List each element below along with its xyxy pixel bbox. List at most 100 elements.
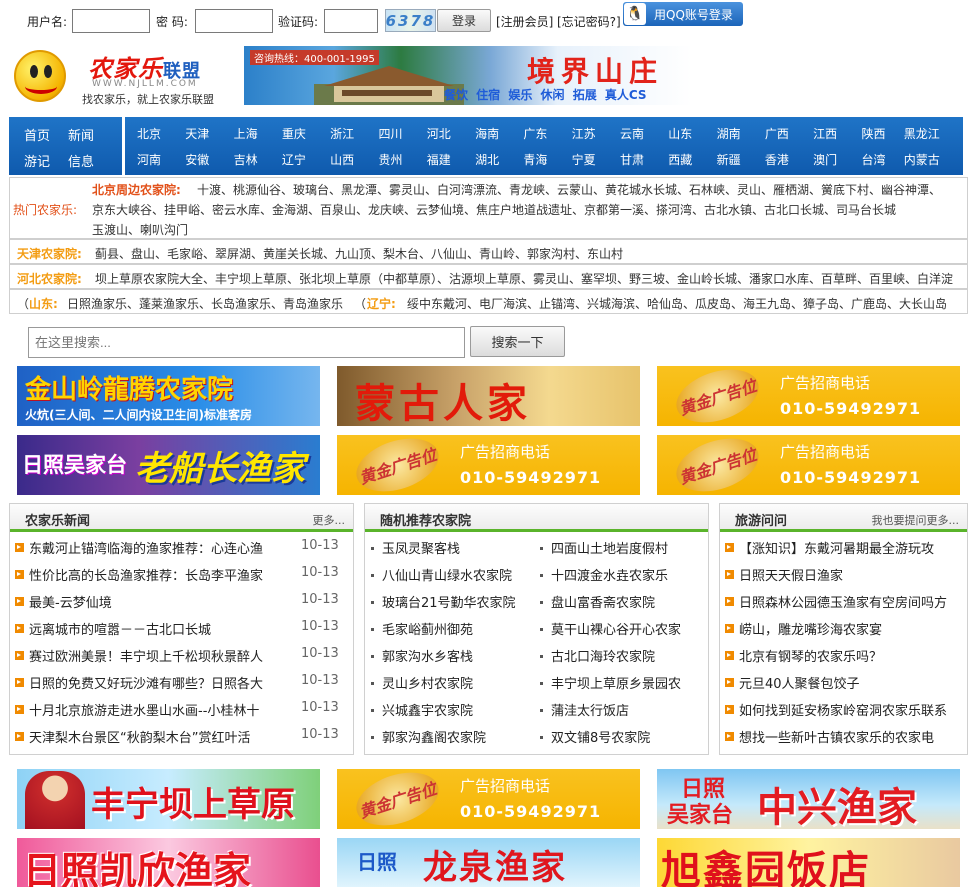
nav-province-link[interactable]: 内蒙古 (898, 151, 946, 168)
qa-item[interactable]: 元旦40人聚餐包饺子 (725, 673, 967, 692)
ad-gold-slot-2[interactable]: 黄金广告位 广告招商电话 010-59492971 (337, 435, 640, 495)
qa-item[interactable]: 【涨知识】东戴河暑期最全游玩攻 (725, 538, 967, 557)
nav-province-link[interactable]: 甘肃 (608, 151, 656, 168)
nav-info[interactable]: 信息 (68, 151, 94, 170)
beijing-links-1[interactable]: 十渡、桃源仙谷、玻璃台、黑龙潭、雾灵山、白河湾漂流、青龙峡、云蒙山、黄花城水长城… (197, 181, 941, 198)
nav-province-link[interactable]: 四川 (367, 125, 415, 142)
nav-province-link[interactable]: 广西 (753, 125, 801, 142)
nav-province-link[interactable]: 重庆 (270, 125, 318, 142)
random-farmhouse-item[interactable]: 灵山乡村农家院 (371, 673, 536, 692)
news-more-link[interactable]: 更多... (313, 512, 346, 528)
ad-longquan[interactable]: 日照 龙泉渔家 (337, 838, 640, 887)
random-farmhouse-item[interactable]: 毛家峪蓟州御苑 (371, 619, 536, 638)
shandong-label[interactable]: 山东: (29, 295, 58, 312)
news-item[interactable]: 东戴河止锚湾临海的渔家推荐：心连心渔 (15, 538, 290, 557)
nav-province-link[interactable]: 福建 (415, 151, 463, 168)
nav-news[interactable]: 新闻 (68, 125, 94, 144)
ad-zhongxing[interactable]: 日照 吴家台 中兴渔家 (657, 769, 960, 829)
news-item[interactable]: 赛过欧洲美景！丰宁坝上千松坝秋景醉人 (15, 646, 290, 665)
qa-item[interactable]: 如何找到延安杨家岭窑洞农家乐联系 (725, 700, 967, 719)
nav-province-link[interactable]: 上海 (222, 125, 270, 142)
nav-province-link[interactable]: 西藏 (656, 151, 704, 168)
nav-province-link[interactable]: 新疆 (705, 151, 753, 168)
username-input[interactable] (72, 9, 150, 33)
login-button[interactable]: 登录 (437, 9, 491, 32)
nav-province-link[interactable]: 浙江 (318, 125, 366, 142)
news-item[interactable]: 天津梨木台景区“秋韵梨木台”赏红叶活 (15, 727, 290, 746)
shandong-links[interactable]: 日照渔家乐、蓬莱渔家乐、长岛渔家乐、青岛渔家乐 (67, 295, 343, 312)
random-farmhouse-item[interactable]: 莫干山裸心谷开心农家 (540, 619, 705, 638)
password-input[interactable] (195, 9, 273, 33)
random-farmhouse-item[interactable]: 四面山土地岩度假村 (540, 538, 705, 557)
qa-item[interactable]: 想找一些新叶古镇农家乐的农家电 (725, 727, 967, 746)
nav-province-link[interactable]: 北京 (125, 125, 173, 142)
beijing-label[interactable]: 北京周边农家院: (92, 181, 181, 198)
random-farmhouse-item[interactable]: 十四渡金水垚农家乐 (540, 565, 705, 584)
nav-province-link[interactable]: 安徽 (173, 151, 221, 168)
beijing-links-3[interactable]: 玉渡山、喇叭沟门 (92, 221, 188, 238)
ad-xuxin[interactable]: 旭鑫园饭店 (657, 838, 960, 887)
ad-fengning[interactable]: 丰宁坝上草原 (17, 769, 320, 829)
search-input[interactable] (28, 327, 465, 358)
nav-province-link[interactable]: 台湾 (850, 151, 898, 168)
nav-province-link[interactable]: 山西 (318, 151, 366, 168)
qa-more-link[interactable]: 我也要提问更多... (872, 512, 960, 528)
random-farmhouse-item[interactable]: 丰宁坝上草原乡景园农 (540, 673, 705, 692)
ad-gold-slot-4[interactable]: 黄金广告位 广告招商电话 010-59492971 (337, 769, 640, 829)
nav-province-link[interactable]: 河北 (415, 125, 463, 142)
liaoning-label[interactable]: 辽宁: (367, 295, 396, 312)
hebei-label[interactable]: 河北农家院: (17, 270, 82, 287)
qa-item[interactable]: 日照天天假日渔家 (725, 565, 967, 584)
random-farmhouse-item[interactable]: 盘山富香斋农家院 (540, 592, 705, 611)
random-farmhouse-item[interactable]: 郭家沟水乡客栈 (371, 646, 536, 665)
nav-province-link[interactable]: 云南 (608, 125, 656, 142)
random-farmhouse-item[interactable]: 八仙山青山绿水农家院 (371, 565, 536, 584)
news-item[interactable]: 远离城市的喧嚣－－古北口长城 (15, 619, 290, 638)
liaoning-links[interactable]: 绥中东戴河、电厂海滨、止锚湾、兴城海滨、哈仙岛、瓜皮岛、海王九岛、獐子岛、广鹿岛… (407, 295, 947, 312)
news-item[interactable]: 十月北京旅游走进水墨山水画--小桂林十 (15, 700, 290, 719)
news-item[interactable]: 日照的免费又好玩沙滩有哪些？日照各大 (15, 673, 290, 692)
nav-province-link[interactable]: 宁夏 (560, 151, 608, 168)
nav-province-link[interactable]: 吉林 (222, 151, 270, 168)
qq-login-button[interactable]: 🐧 用QQ账号登录 (623, 2, 743, 26)
nav-province-link[interactable]: 辽宁 (270, 151, 318, 168)
ad-jinshanling[interactable]: 金山岭龍腾农家院 火炕(三人间、二人间内设卫生间)标准客房 (17, 366, 320, 426)
news-item[interactable]: 性价比高的长岛渔家推荐：长岛李平渔家 (15, 565, 290, 584)
nav-province-link[interactable]: 江苏 (560, 125, 608, 142)
top-banner-ad[interactable]: 咨询热线：400-001-1995 境界山庄 餐饮 住宿 娱乐 休闲 拓展 真人… (244, 46, 692, 105)
ad-laochuanzhang[interactable]: 日照吴家台 老船长渔家 (17, 435, 320, 495)
captcha-input[interactable] (324, 9, 378, 33)
nav-province-link[interactable]: 山东 (656, 125, 704, 142)
random-farmhouse-item[interactable]: 郭家沟鑫阁农家院 (371, 727, 536, 746)
ad-kaixin[interactable]: 日照凯欣渔家 (17, 838, 320, 887)
tianjin-links[interactable]: 蓟县、盘山、毛家峪、翠屏湖、黄崖关长城、九山顶、梨木台、八仙山、青山岭、郭家沟村… (95, 245, 623, 262)
random-farmhouse-item[interactable]: 兴城鑫宇农家院 (371, 700, 536, 719)
nav-province-link[interactable]: 湖北 (463, 151, 511, 168)
nav-province-link[interactable]: 广东 (511, 125, 559, 142)
qa-item[interactable]: 北京有钢琴的农家乐吗？ (725, 646, 967, 665)
hebei-links[interactable]: 坝上草原农家院大全、丰宁坝上草原、张北坝上草原（中都草原）、沽源坝上草原、雾灵山… (95, 270, 953, 287)
ad-gold-slot-1[interactable]: 黄金广告位 广告招商电话 010-59492971 (657, 366, 960, 426)
nav-province-link[interactable]: 澳门 (801, 151, 849, 168)
nav-province-link[interactable]: 河南 (125, 151, 173, 168)
qa-item[interactable]: 日照森林公园德玉渔家有空房间吗方 (725, 592, 967, 611)
nav-province-link[interactable]: 贵州 (367, 151, 415, 168)
nav-province-link[interactable]: 黑龙江 (898, 125, 946, 142)
nav-province-link[interactable]: 江西 (801, 125, 849, 142)
register-link[interactable]: [注册会员] (496, 13, 553, 30)
captcha-image[interactable]: 6378 (385, 9, 436, 32)
nav-travelogue[interactable]: 游记 (24, 151, 50, 170)
beijing-links-2[interactable]: 京东大峡谷、挂甲峪、密云水库、金海湖、百泉山、龙庆峡、云梦仙境、焦庄户地道战遗址… (92, 201, 896, 218)
ad-menggu[interactable]: 蒙古人家 (337, 366, 640, 426)
nav-home[interactable]: 首页 (24, 125, 50, 144)
random-farmhouse-item[interactable]: 蒲洼太行饭店 (540, 700, 705, 719)
random-farmhouse-item[interactable]: 古北口海玲农家院 (540, 646, 705, 665)
forgot-password-link[interactable]: [忘记密码?] (557, 13, 621, 30)
nav-province-link[interactable]: 青海 (511, 151, 559, 168)
ad-gold-slot-3[interactable]: 黄金广告位 广告招商电话 010-59492971 (657, 435, 960, 495)
nav-province-link[interactable]: 天津 (173, 125, 221, 142)
random-farmhouse-item[interactable]: 玻璃台21号勤华农家院 (371, 592, 536, 611)
news-item[interactable]: 最美-云梦仙境 (15, 592, 290, 611)
tianjin-label[interactable]: 天津农家院: (17, 245, 82, 262)
search-button[interactable]: 搜索一下 (470, 326, 565, 357)
